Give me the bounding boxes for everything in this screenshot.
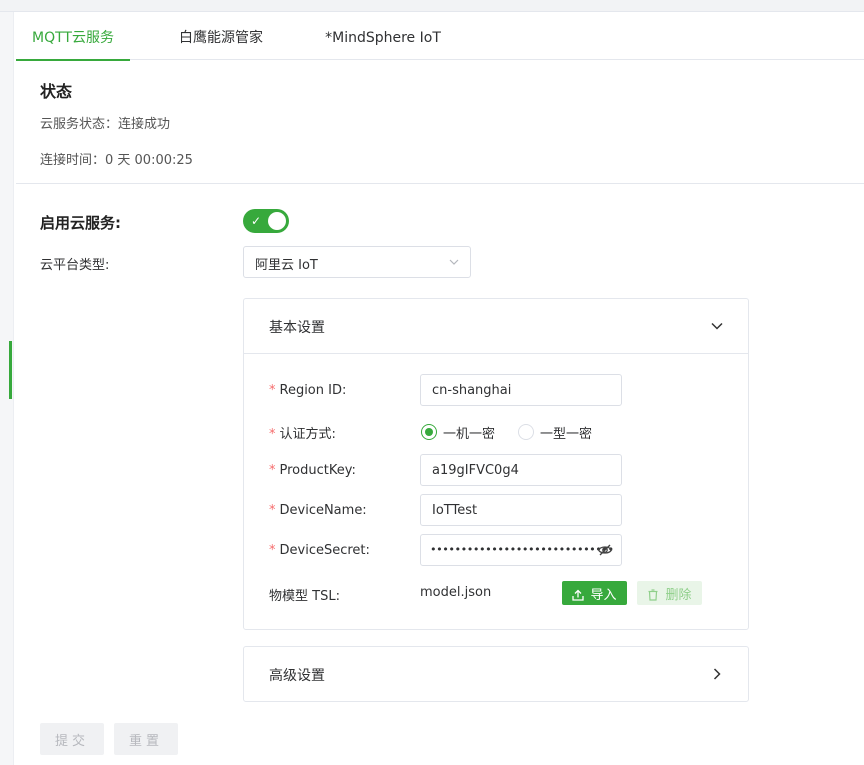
- platform-type-label: 云平台类型:: [40, 258, 110, 273]
- enable-cloud-switch[interactable]: ✓: [243, 209, 289, 233]
- upload-icon: [572, 589, 585, 601]
- chevron-right-icon: [713, 668, 721, 680]
- tsl-label: 物模型 TSL:: [269, 589, 340, 604]
- delete-button[interactable]: 删除: [637, 581, 702, 605]
- required-mark: *: [269, 383, 276, 398]
- region-id-label: * Region ID:: [269, 383, 346, 398]
- left-rail-indicator: [9, 341, 12, 399]
- device-secret-mask: ••••••••••••••••••••••••••••••: [430, 543, 614, 556]
- section-divider: [16, 183, 864, 184]
- reset-button[interactable]: 重置: [114, 723, 178, 755]
- top-strip: [0, 0, 864, 12]
- radio-label: 一机一密: [443, 427, 496, 442]
- tsl-file-name: model.json: [420, 585, 492, 600]
- chevron-down-icon: [449, 259, 459, 265]
- advanced-settings-title: 高级设置: [269, 668, 325, 684]
- device-secret-label: * DeviceSecret:: [269, 543, 370, 558]
- tab-mqtt-cloud[interactable]: MQTT云服务: [16, 18, 130, 61]
- auth-method-label-text: 认证方式:: [279, 427, 336, 442]
- chevron-down-icon: [711, 322, 723, 330]
- check-icon: ✓: [251, 214, 262, 228]
- advanced-settings-header[interactable]: 高级设置: [244, 647, 748, 701]
- required-mark: *: [269, 543, 276, 558]
- basic-settings-panel: 基本设置 *Region ID: *认证方式: 一机一密 一型一密 *Produ…: [243, 298, 749, 630]
- device-name-input[interactable]: [420, 494, 622, 526]
- radio-unselected-icon: [518, 424, 534, 440]
- device-secret-label-text: DeviceSecret:: [279, 543, 370, 558]
- import-button[interactable]: 导入: [562, 581, 627, 605]
- product-key-label: * ProductKey:: [269, 463, 356, 478]
- product-key-label-text: ProductKey:: [279, 463, 356, 478]
- trash-icon: [648, 588, 658, 601]
- required-mark: *: [269, 427, 276, 442]
- status-title: 状态: [40, 82, 73, 101]
- required-mark: *: [269, 503, 276, 518]
- import-button-label: 导入: [590, 587, 617, 603]
- auth-method-label: * 认证方式:: [269, 423, 336, 442]
- submit-button[interactable]: 提交: [40, 723, 104, 755]
- radio-selected-icon: [421, 424, 437, 440]
- connect-time-text: 连接时间：0 天 00:00:25: [40, 153, 193, 168]
- device-name-label: * DeviceName:: [269, 503, 367, 518]
- tab-bar: MQTT云服务 白鹰能源管家 *MindSphere IoT: [16, 18, 864, 61]
- region-id-input[interactable]: [420, 374, 622, 406]
- delete-button-label: 删除: [665, 587, 692, 603]
- switch-knob: [268, 212, 286, 230]
- radio-label: 一型一密: [540, 427, 593, 442]
- required-mark: *: [269, 463, 276, 478]
- product-key-input[interactable]: [420, 454, 622, 486]
- tab-mindsphere-iot[interactable]: *MindSphere IoT: [316, 18, 450, 60]
- platform-type-value: 阿里云 IoT: [255, 258, 318, 273]
- platform-type-select[interactable]: 阿里云 IoT: [243, 246, 471, 278]
- basic-settings-title: 基本设置: [269, 320, 325, 336]
- advanced-settings-panel: 高级设置: [243, 646, 749, 702]
- enable-cloud-label: 启用云服务:: [40, 214, 121, 232]
- tab-baiying-energy[interactable]: 白鹰能源管家: [160, 18, 282, 60]
- cloud-status-text: 云服务状态：连接成功: [40, 117, 171, 132]
- eye-off-icon[interactable]: [597, 542, 613, 558]
- basic-settings-header[interactable]: 基本设置: [244, 299, 748, 353]
- device-name-label-text: DeviceName:: [279, 503, 367, 518]
- basic-settings-body: *Region ID: *认证方式: 一机一密 一型一密 *ProductKey…: [244, 353, 748, 629]
- region-id-label-text: Region ID:: [279, 383, 347, 398]
